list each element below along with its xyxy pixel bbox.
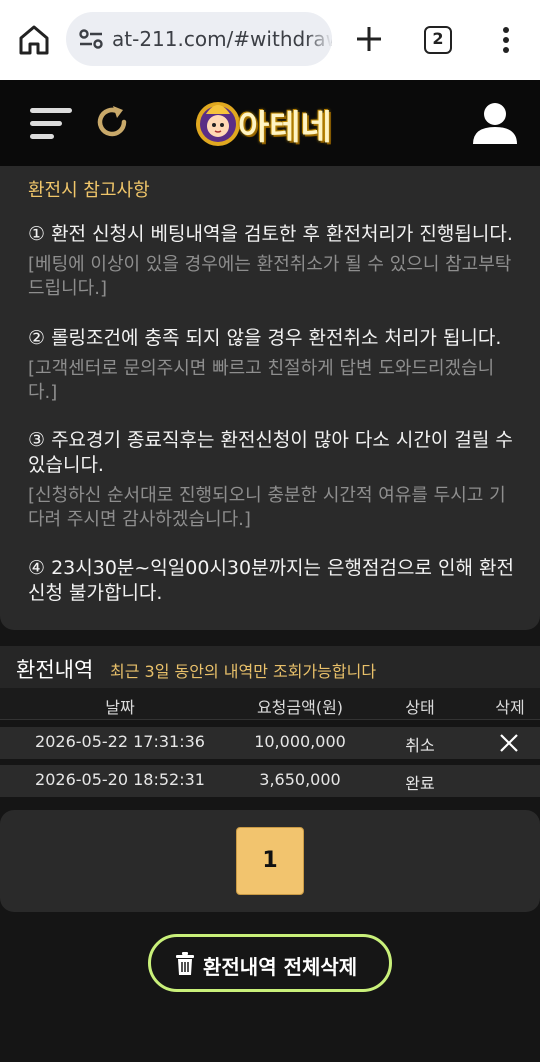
row-date: 2026-05-22 17:31:36 (35, 732, 205, 751)
notice-item-main: ② 롤링조건에 충족 되지 않을 경우 환전취소 처리가 됩니다. (28, 327, 502, 349)
delete-row-icon[interactable] (498, 732, 520, 754)
browser-toolbar: at-211.com/#withdrawal 2 (0, 0, 540, 80)
table-row: 2026-05-20 18:52:31 3,650,000 완료 (0, 765, 540, 797)
history-title: 환전내역 (16, 658, 94, 682)
row-amount: 10,000,000 (254, 732, 346, 751)
new-tab-icon[interactable] (352, 22, 386, 56)
delete-all-history-button[interactable]: 환전내역 전체삭제 (148, 934, 392, 992)
row-amount: 3,650,000 (259, 770, 341, 789)
notice-item-sub: [고객센터로 문의주시면 빠르고 친절하게 답변 도와드리겠습니다.] (28, 358, 495, 403)
notice-item: ② 롤링조건에 충족 되지 않을 경우 환전취소 처리가 됩니다. [고객센터로… (28, 326, 518, 405)
history-header: 환전내역 최근 3일 동안의 내역만 조회가능합니다 (0, 646, 540, 688)
logo-text: 아테네 (238, 108, 332, 148)
row-status: 완료 (405, 774, 435, 793)
history-note: 최근 3일 동안의 내역만 조회가능합니다 (110, 662, 377, 681)
notice-item-sub: [신청하신 순서대로 진행되오니 충분한 시간적 여유를 두시고 기다려 주시면… (28, 485, 506, 530)
site-settings-icon[interactable] (78, 28, 104, 50)
hamburger-menu-icon[interactable] (28, 104, 76, 144)
trash-icon (176, 952, 194, 975)
url-fade (306, 12, 332, 66)
home-icon[interactable] (16, 22, 52, 58)
refresh-icon[interactable] (92, 102, 132, 142)
pagination: 1 (0, 810, 540, 912)
url-text[interactable]: at-211.com/#withdrawal (112, 27, 332, 51)
notice-item-sub: [베팅에 이상이 있을 경우에는 환전취소가 될 수 있으니 참고부탁드립니다.… (28, 254, 512, 299)
page-button-current[interactable]: 1 (236, 827, 304, 895)
notice-item-main: ④ 23시30분~익일00시30분까지는 은행점검으로 인해 환전 신청 불가합… (28, 557, 514, 604)
withdrawal-notice-panel: 환전시 참고사항 ① 환전 신청시 베팅내역을 검토한 후 환전처리가 진행됩니… (0, 166, 540, 630)
column-header-amount: 요청금액(원) (256, 698, 344, 717)
delete-all-label: 환전내역 전체삭제 (203, 955, 358, 979)
notice-item: ④ 23시30분~익일00시30분까지는 은행점검으로 인해 환전 신청 불가합… (28, 556, 518, 606)
row-date: 2026-05-20 18:52:31 (35, 770, 205, 789)
site-logo[interactable]: 아테네 (196, 90, 344, 156)
column-header-delete: 삭제 (495, 698, 525, 717)
row-status: 취소 (405, 736, 435, 755)
table-header: 날짜 요청금액(원) 상태 삭제 (0, 688, 540, 720)
notice-item-main: ① 환전 신청시 베팅내역을 검토한 후 환전처리가 진행됩니다. (28, 223, 513, 245)
address-bar[interactable]: at-211.com/#withdrawal (66, 12, 332, 66)
site-header: 아테네 (0, 80, 540, 166)
table-row: 2026-05-22 17:31:36 10,000,000 취소 (0, 727, 540, 759)
notice-item: ③ 주요경기 종료직후는 환전신청이 많아 다소 시간이 걸릴 수 있습니다. … (28, 428, 518, 532)
user-icon[interactable] (470, 98, 520, 148)
notice-item: ① 환전 신청시 베팅내역을 검토한 후 환전처리가 진행됩니다. [베팅에 이… (28, 222, 518, 301)
tab-switcher-button[interactable]: 2 (424, 26, 452, 54)
notice-item-main: ③ 주요경기 종료직후는 환전신청이 많아 다소 시간이 걸릴 수 있습니다. (28, 429, 513, 476)
column-header-status: 상태 (405, 698, 435, 717)
notice-title: 환전시 참고사항 (28, 180, 150, 201)
column-header-date: 날짜 (105, 698, 135, 717)
more-menu-icon[interactable] (494, 24, 518, 56)
